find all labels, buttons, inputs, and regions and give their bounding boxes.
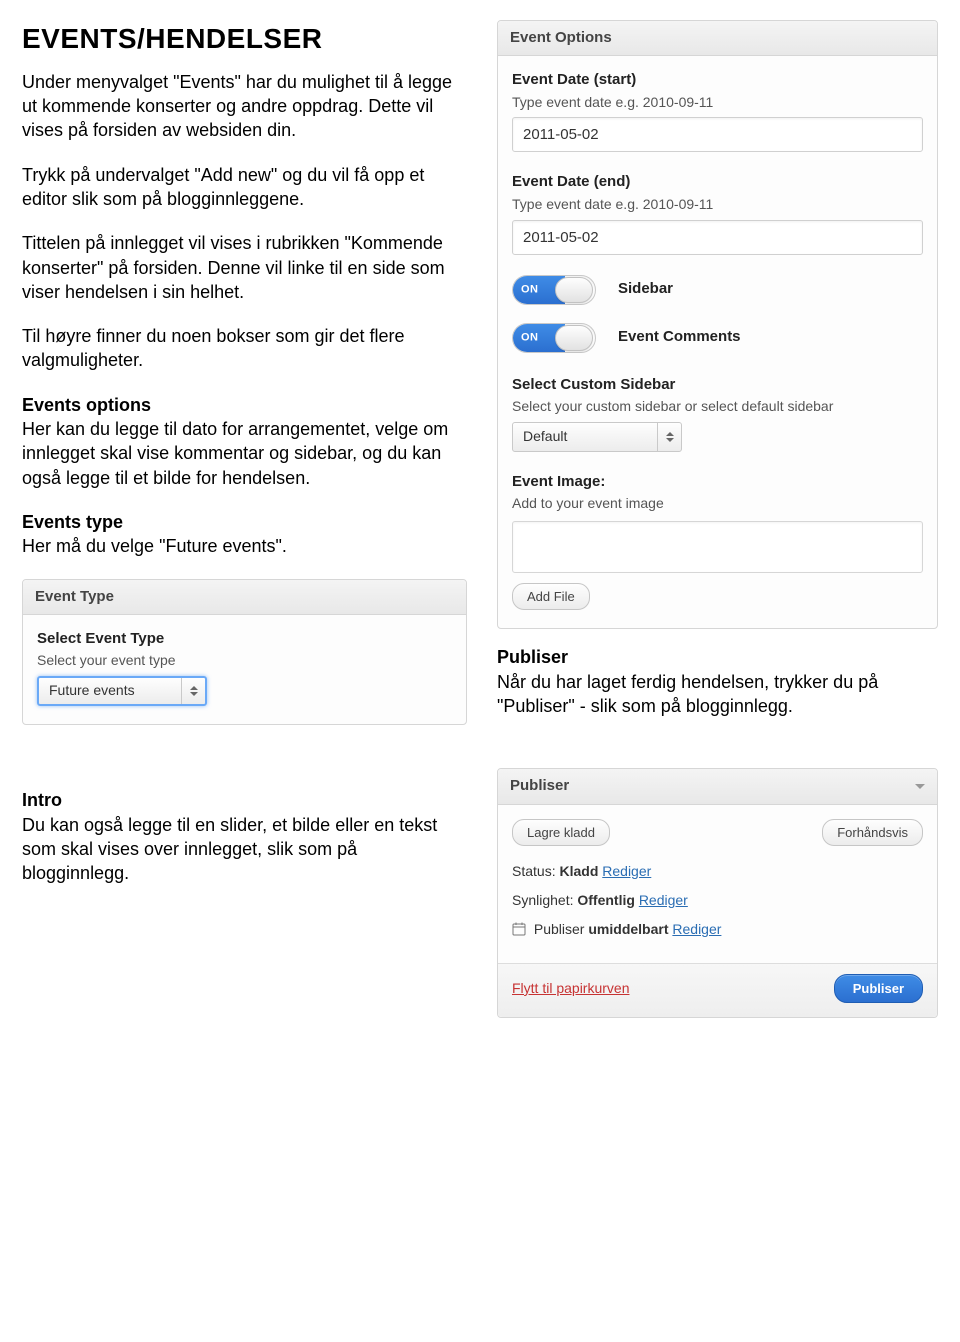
events-type-heading: Events type	[22, 510, 467, 534]
publish-body: Når du har laget ferdig hendelsen, trykk…	[497, 672, 878, 716]
comments-toggle-label: Event Comments	[618, 327, 741, 347]
status-value: Kladd	[559, 863, 598, 879]
visibility-value: Offentlig	[577, 892, 635, 908]
event-type-select[interactable]: Future events	[37, 676, 207, 706]
select-event-type-help: Select your event type	[37, 651, 452, 670]
publish-button[interactable]: Publiser	[834, 974, 923, 1003]
caret-down-icon[interactable]	[915, 784, 925, 789]
publish-panel-title: Publiser	[510, 776, 569, 796]
intro-para-2: Trykk på undervalget "Add new" og du vil…	[22, 163, 467, 212]
preview-button[interactable]: Forhåndsvis	[822, 819, 923, 847]
custom-sidebar-label: Select Custom Sidebar	[512, 375, 923, 395]
select-arrow-icon	[657, 423, 681, 451]
events-options-heading: Events options	[22, 393, 467, 417]
toggle-knob	[555, 325, 593, 351]
status-label: Status:	[512, 863, 556, 879]
toggle-on-text: ON	[521, 282, 539, 297]
add-file-button[interactable]: Add File	[512, 583, 590, 611]
schedule-bold: umiddelbart	[588, 921, 668, 937]
event-date-end-help: Type event date e.g. 2010-09-11	[512, 195, 923, 214]
edit-visibility-link[interactable]: Rediger	[639, 892, 688, 908]
edit-status-link[interactable]: Rediger	[602, 863, 651, 879]
publish-panel: Publiser Lagre kladd Forhåndsvis Status:…	[497, 768, 938, 1017]
intro-body: Du kan også legge til en slider, et bild…	[22, 815, 437, 884]
intro-para-3: Tittelen på innlegget vil vises i rubrik…	[22, 231, 467, 304]
event-image-label: Event Image:	[512, 472, 923, 492]
select-event-type-label: Select Event Type	[37, 629, 452, 649]
toggle-knob	[555, 277, 593, 303]
events-type-body: Her må du velge "Future events".	[22, 536, 287, 556]
sidebar-toggle[interactable]: ON	[512, 275, 596, 305]
save-draft-button[interactable]: Lagre kladd	[512, 819, 610, 847]
intro-para-1: Under menyvalget "Events" har du mulighe…	[22, 70, 467, 143]
calendar-icon	[512, 922, 526, 936]
select-arrow-icon	[181, 678, 205, 704]
custom-sidebar-select-value: Default	[523, 427, 567, 446]
page-heading: EVENTS/HENDELSER	[22, 20, 467, 58]
event-date-start-label: Event Date (start)	[512, 70, 923, 90]
visibility-label: Synlighet:	[512, 892, 573, 908]
event-date-end-label: Event Date (end)	[512, 172, 923, 192]
event-options-panel: Event Options Event Date (start) Type ev…	[497, 20, 938, 629]
event-date-end-input[interactable]	[512, 220, 923, 255]
comments-toggle[interactable]: ON	[512, 323, 596, 353]
intro-heading: Intro	[22, 788, 467, 812]
move-to-trash-link[interactable]: Flytt til papirkurven	[512, 979, 629, 998]
event-type-panel: Event Type Select Event Type Select your…	[22, 579, 467, 725]
sidebar-toggle-label: Sidebar	[618, 279, 673, 299]
event-date-start-input[interactable]	[512, 117, 923, 152]
custom-sidebar-help: Select your custom sidebar or select def…	[512, 397, 923, 416]
publish-heading: Publiser	[497, 645, 938, 669]
custom-sidebar-select[interactable]: Default	[512, 422, 682, 452]
event-image-help: Add to your event image	[512, 494, 923, 513]
event-options-title: Event Options	[498, 21, 937, 56]
schedule-text: Publiser	[534, 921, 585, 937]
event-image-upload-area[interactable]	[512, 521, 923, 573]
event-type-select-value: Future events	[49, 681, 135, 700]
edit-schedule-link[interactable]: Rediger	[672, 921, 721, 937]
event-date-start-help: Type event date e.g. 2010-09-11	[512, 93, 923, 112]
intro-para-4: Til høyre finner du noen bokser som gir …	[22, 324, 467, 373]
events-options-body: Her kan du legge til dato for arrangemen…	[22, 419, 448, 488]
toggle-on-text: ON	[521, 330, 539, 345]
event-type-panel-title: Event Type	[23, 580, 466, 615]
